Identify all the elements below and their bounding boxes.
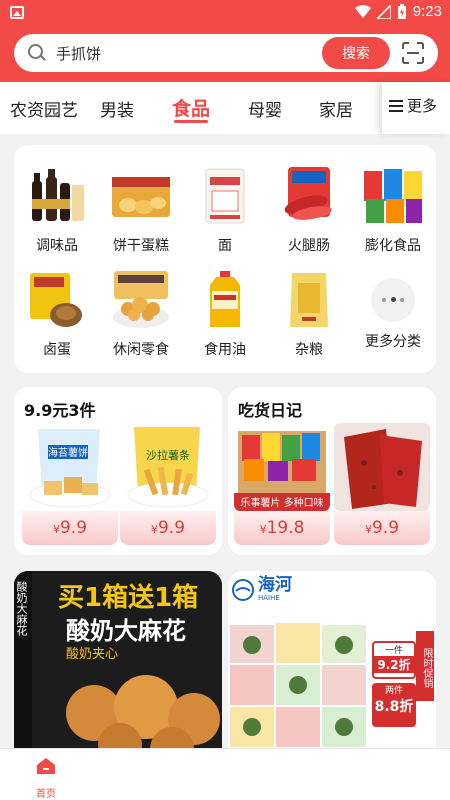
- more-dots-icon: [371, 278, 415, 322]
- search-bar[interactable]: 手抓饼 搜索: [14, 34, 438, 72]
- product-image: 乐事薯片 多种口味: [234, 423, 330, 511]
- discount-tag-one: 一件 9.2折: [372, 641, 416, 679]
- category-item[interactable]: 面: [186, 165, 264, 255]
- promo-product[interactable]: 沙拉薯条 ¥9.9: [120, 423, 216, 545]
- category-label: 卤蛋: [43, 342, 71, 358]
- cake-box-icon: [110, 165, 172, 227]
- category-item[interactable]: 休闲零食: [102, 269, 180, 359]
- banner-side-text: 酸奶大麻花: [14, 571, 32, 761]
- tab-food[interactable]: 食品: [172, 94, 210, 121]
- flour-bag-icon: [194, 165, 256, 227]
- category-item[interactable]: 更多分类: [354, 269, 432, 351]
- category-label: 调味品: [36, 238, 78, 254]
- clock: 9:23: [412, 3, 442, 20]
- promo-title: 9.9元3件: [24, 401, 96, 420]
- search-icon: [28, 44, 43, 59]
- promo-product[interactable]: 乐事薯片 多种口味 ¥19.8: [234, 423, 330, 545]
- home-icon: [37, 758, 55, 774]
- banner-haihe-milk[interactable]: 海河 HAIHE 限时促销 一件 9.2折 两件 8.8折: [228, 571, 436, 761]
- bottom-navigation: 首页: [0, 748, 450, 800]
- popcorn-icon: [110, 269, 172, 331]
- pack-label: 海苔薯饼: [48, 446, 88, 459]
- promo-card-bundle[interactable]: 9.9元3件 海苔薯饼 ¥9.9 沙拉薯条 ¥9.9: [14, 387, 222, 555]
- tab-agri-garden[interactable]: 农资园艺: [10, 96, 78, 121]
- active-tab-indicator: [174, 120, 208, 123]
- brand-name: 海河: [258, 575, 292, 595]
- category-label: 休闲零食: [113, 342, 169, 358]
- category-item[interactable]: 膨化食品: [354, 165, 432, 255]
- battery-icon: [397, 3, 406, 19]
- nav-home-label: 首页: [36, 789, 56, 800]
- promo-product[interactable]: 海苔薯饼 ¥9.9: [22, 423, 118, 545]
- search-button[interactable]: 搜索: [322, 37, 390, 69]
- category-label: 面: [218, 238, 232, 254]
- brand-logo: 海河 HAIHE: [232, 577, 292, 602]
- category-grid: 调味品 饼干蛋糕 面 火腿肠 膨化食品 卤蛋 休闲零食 食用油 杂粮 更多分类: [14, 145, 436, 373]
- price-tag: ¥9.9: [120, 511, 216, 545]
- image-notification-icon: [10, 6, 24, 19]
- limited-promo-badge: 限时促销: [416, 631, 434, 701]
- category-item[interactable]: 卤蛋: [18, 269, 96, 359]
- promo-card-foodie-diary[interactable]: 吃货日记 乐事薯片 多种口味 ¥19.8 ¥9.9: [228, 387, 436, 555]
- category-item[interactable]: 杂粮: [270, 269, 348, 359]
- promo-product[interactable]: ¥9.9: [334, 423, 430, 545]
- tab-menswear[interactable]: 男装: [100, 96, 134, 121]
- product-image: 海苔薯饼: [22, 423, 118, 511]
- snack-bags-icon: [362, 165, 424, 227]
- discount-tag-two: 两件 8.8折: [372, 683, 416, 727]
- category-label: 杂粮: [295, 342, 323, 358]
- tab-home[interactable]: 家居: [319, 96, 353, 121]
- soy-sauce-icon: [26, 165, 88, 227]
- category-item[interactable]: 饼干蛋糕: [102, 165, 180, 255]
- twist-snack-image: [66, 675, 220, 761]
- search-header: 手抓饼 搜索: [0, 26, 450, 82]
- search-input[interactable]: 手抓饼: [56, 43, 101, 64]
- pack-label: 乐事薯片 多种口味: [240, 496, 323, 509]
- category-label: 膨化食品: [365, 238, 421, 254]
- grain-bag-icon: [278, 269, 340, 331]
- category-label: 更多分类: [365, 334, 421, 350]
- more-tabs-label: 更多: [407, 97, 438, 115]
- category-label: 饼干蛋糕: [113, 238, 169, 254]
- price-tag: ¥9.9: [334, 511, 430, 545]
- status-bar: 9:23: [0, 0, 450, 26]
- price-tag: ¥19.8: [234, 511, 330, 545]
- more-tabs-button[interactable]: 更多: [382, 82, 450, 134]
- promo-title: 吃货日记: [238, 401, 303, 420]
- tab-baby[interactable]: 母婴: [248, 96, 282, 121]
- price-tag: ¥9.9: [22, 511, 118, 545]
- sausage-pack-icon: [278, 165, 340, 227]
- braised-egg-icon: [26, 269, 88, 331]
- product-image: [334, 423, 430, 511]
- wifi-icon: [354, 4, 371, 18]
- banner-tag: 酸奶夹心: [66, 647, 119, 662]
- pack-label: 沙拉薯条: [146, 448, 190, 462]
- milk-packs-image: [230, 623, 366, 747]
- banner-headline: 买1箱送1箱: [58, 583, 199, 613]
- category-item[interactable]: 调味品: [18, 165, 96, 255]
- banner-twist-snack[interactable]: 酸奶大麻花 买1箱送1箱 酸奶大麻花 酸奶夹心: [14, 571, 222, 761]
- oil-bottle-icon: [194, 269, 256, 331]
- category-label: 食用油: [204, 342, 246, 358]
- menu-icon: [389, 100, 403, 112]
- category-item[interactable]: 火腿肠: [270, 165, 348, 255]
- category-label: 火腿肠: [288, 238, 330, 254]
- product-image: 沙拉薯条: [120, 423, 216, 511]
- category-item[interactable]: 食用油: [186, 269, 264, 359]
- signal-icon: [376, 4, 391, 19]
- banner-subheadline: 酸奶大麻花: [66, 617, 186, 645]
- scan-icon[interactable]: [402, 42, 424, 64]
- brand-mark-icon: [232, 578, 254, 601]
- category-tabs: 农资园艺 男装 食品 母婴 家居 更多: [0, 82, 450, 134]
- brand-subname: HAIHE: [258, 594, 280, 602]
- nav-home[interactable]: 首页: [16, 753, 76, 800]
